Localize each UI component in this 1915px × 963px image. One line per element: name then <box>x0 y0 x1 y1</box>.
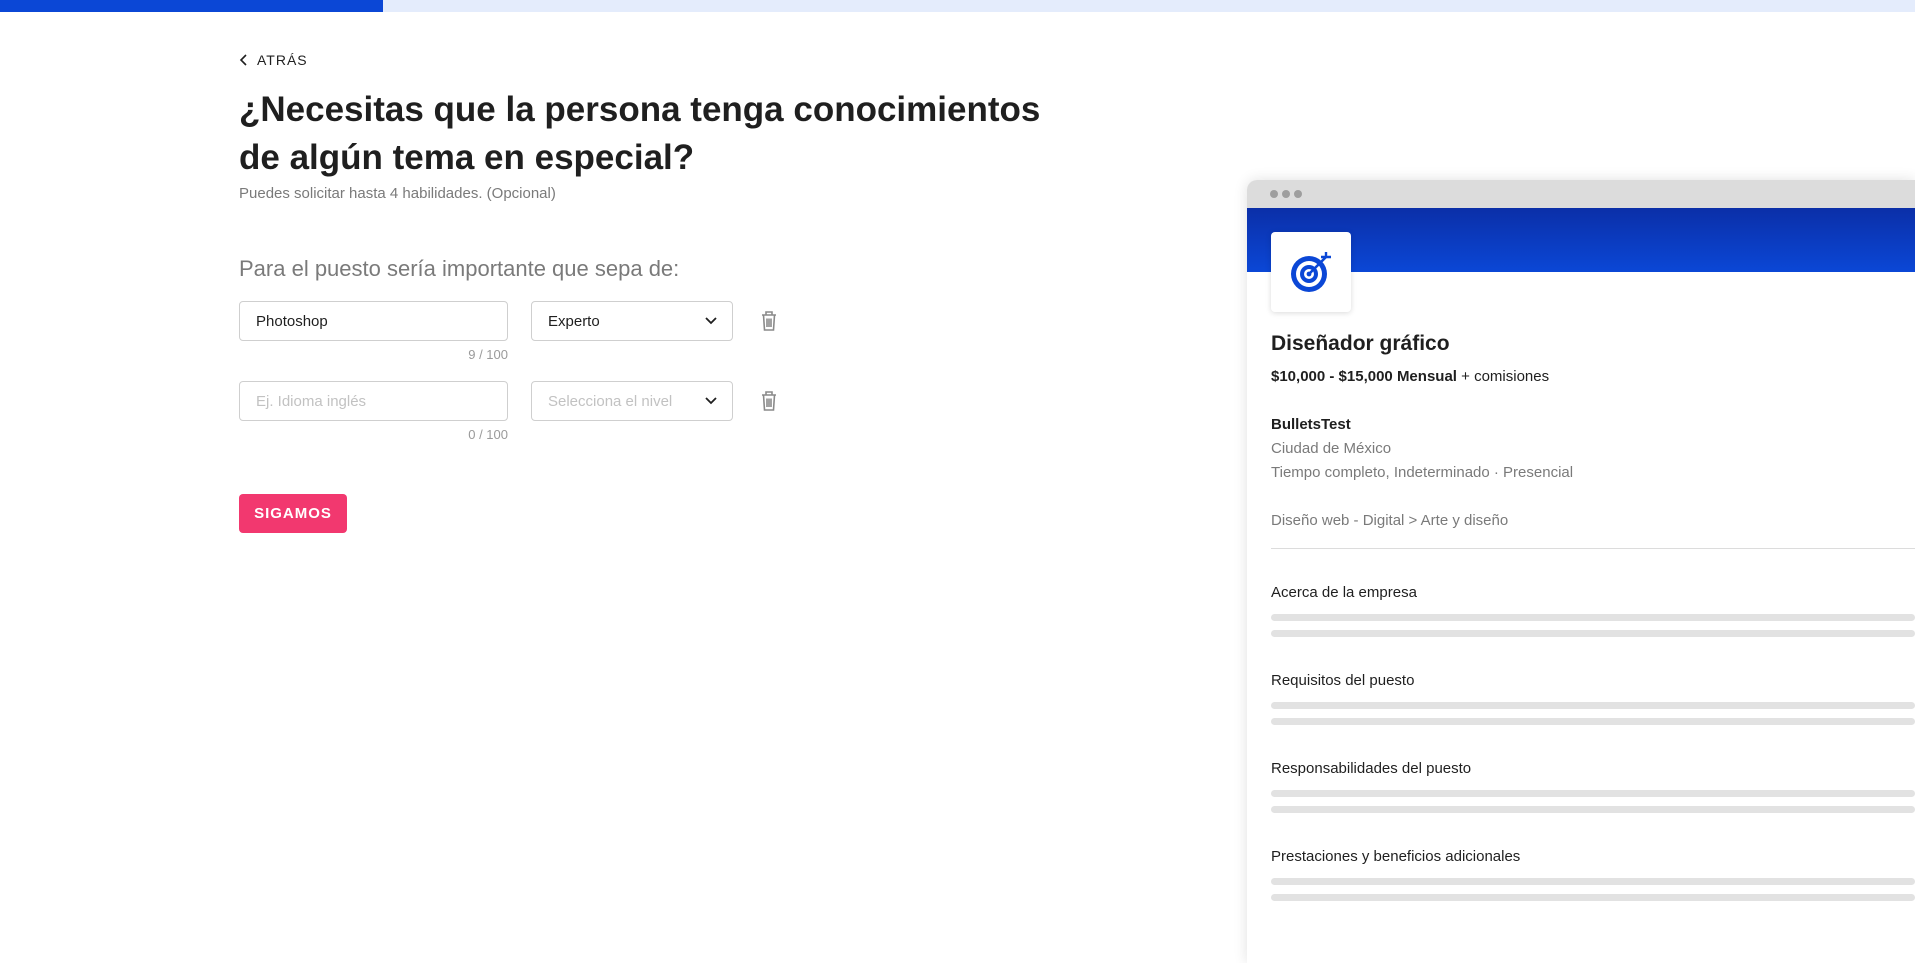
preview-salary-extra: + comisiones <box>1456 368 1550 385</box>
preview-section-benefits: Prestaciones y beneficios adicionales <box>1271 848 1521 865</box>
preview-job-title: Diseñador gráfico <box>1271 332 1450 355</box>
placeholder-line <box>1271 894 1915 901</box>
trash-icon[interactable] <box>760 310 778 332</box>
skill-level-2-placeholder: Selecciona el nivel <box>548 392 673 410</box>
skill-level-select-1[interactable]: Experto <box>531 301 733 341</box>
placeholder-line <box>1271 614 1915 621</box>
chevron-down-icon <box>705 317 717 325</box>
skill-input-1-value: Photoshop <box>256 312 328 330</box>
skill-level-select-2[interactable]: Selecciona el nivel <box>531 381 733 421</box>
preview-job-type: Tiempo completo, Indeterminado · Presenc… <box>1271 464 1574 481</box>
preview-salary-range: $10,000 - $15,000 Mensual <box>1271 368 1457 385</box>
skill-input-1[interactable]: Photoshop <box>239 301 508 341</box>
placeholder-line <box>1271 718 1915 725</box>
preview-divider <box>1271 548 1915 549</box>
preview-salary: $10,000 - $15,000 Mensual + comisiones <box>1271 368 1549 385</box>
placeholder-line <box>1271 806 1915 813</box>
skill-counter-1: 9 / 100 <box>468 347 508 362</box>
skills-section-label: Para el puesto sería importante que sepa… <box>239 256 680 281</box>
trash-icon[interactable] <box>760 390 778 412</box>
page-title: ¿Necesitas que la persona tenga conocimi… <box>239 90 1041 177</box>
placeholder-line <box>1271 630 1915 637</box>
progress-bar-fill <box>0 0 383 12</box>
chevron-down-icon <box>705 397 717 405</box>
continue-button[interactable]: SIGAMOS <box>239 494 347 533</box>
window-dot-icon <box>1270 190 1278 198</box>
preview-company: BulletsTest <box>1271 416 1351 433</box>
preview-window-bar <box>1247 180 1915 208</box>
back-label: ATRÁS <box>257 52 308 68</box>
preview-section-about: Acerca de la empresa <box>1271 584 1417 601</box>
preview-category: Diseño web - Digital > Arte y diseño <box>1271 512 1509 529</box>
back-link[interactable]: ATRÁS <box>239 52 308 68</box>
skill-level-1-value: Experto <box>548 312 600 330</box>
target-icon <box>1291 252 1331 292</box>
job-preview-card: Diseñador gráfico $10,000 - $15,000 Mens… <box>1247 180 1915 963</box>
company-logo <box>1271 232 1351 312</box>
preview-city: Ciudad de México <box>1271 440 1392 457</box>
window-dot-icon <box>1294 190 1302 198</box>
window-dot-icon <box>1282 190 1290 198</box>
placeholder-line <box>1271 790 1915 797</box>
skill-input-2[interactable]: Ej. Idioma inglés <box>239 381 508 421</box>
skill-input-2-placeholder: Ej. Idioma inglés <box>256 392 367 410</box>
page-subtitle: Puedes solicitar hasta 4 habilidades. (O… <box>239 185 556 202</box>
placeholder-line <box>1271 702 1915 709</box>
preview-section-requirements: Requisitos del puesto <box>1271 672 1415 689</box>
skill-counter-2: 0 / 100 <box>468 427 508 442</box>
chevron-left-icon <box>239 54 247 66</box>
placeholder-line <box>1271 878 1915 885</box>
progress-bar <box>0 0 1915 12</box>
preview-section-responsibilities: Responsabilidades del puesto <box>1271 760 1472 777</box>
